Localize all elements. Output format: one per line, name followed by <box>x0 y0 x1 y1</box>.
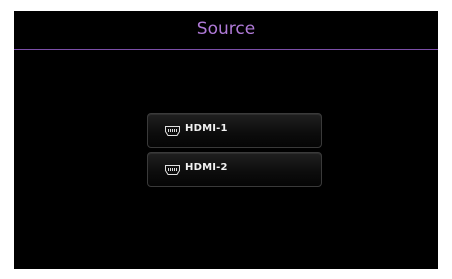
source-label: HDMI-1 <box>185 123 228 134</box>
source-label: HDMI-2 <box>185 162 228 173</box>
header: Source <box>14 11 438 49</box>
source-item-hdmi-2[interactable]: HDMI-2 <box>147 152 322 187</box>
source-menu-screen: Source HDMI-1 HDMI-2 <box>14 11 438 269</box>
source-list: HDMI-1 HDMI-2 <box>147 113 322 191</box>
source-item-hdmi-1[interactable]: HDMI-1 <box>147 113 322 148</box>
hdmi-port-icon <box>165 126 180 136</box>
page-title: Source <box>196 19 256 39</box>
hdmi-port-icon <box>165 165 180 175</box>
header-divider <box>14 49 438 50</box>
